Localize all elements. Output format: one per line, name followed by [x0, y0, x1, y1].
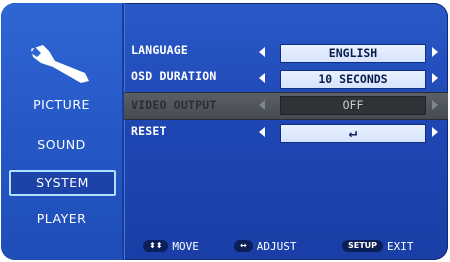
move-label: MOVE	[172, 239, 199, 253]
reset-right-arrow[interactable]	[432, 127, 438, 137]
setting-label-language: LANGUAGE	[131, 43, 188, 57]
reset-left-arrow[interactable]	[259, 127, 265, 137]
adjust-key-icon: ↔	[234, 240, 253, 252]
sidebar-item-sound[interactable]: SOUND	[1, 137, 122, 152]
osd-duration-left-arrow[interactable]	[259, 73, 265, 83]
sidebar-item-system[interactable]: SYSTEM	[9, 170, 116, 196]
wrench-icon	[31, 45, 89, 83]
osd-menu: PICTURE SOUND SYSTEM PLAYER LANGUAGE ENG…	[1, 3, 448, 260]
language-left-arrow[interactable]	[259, 47, 265, 57]
footer-adjust: ↔ ADJUST	[234, 239, 296, 253]
enter-icon: ↵	[348, 125, 358, 141]
footer-move: ⬍⬍ MOVE	[143, 239, 199, 253]
osd-duration-value[interactable]: 10 SECONDS	[280, 70, 426, 89]
exit-label: EXIT	[387, 239, 414, 253]
setting-label-reset: RESET	[131, 124, 167, 138]
setup-key-icon: SETUP	[342, 240, 384, 252]
adjust-label: ADJUST	[256, 239, 297, 253]
setting-label-video-output: VIDEO OUTPUT	[131, 98, 217, 112]
language-right-arrow[interactable]	[432, 47, 438, 57]
setting-label-osd-duration: OSD DURATION	[131, 69, 217, 83]
language-value[interactable]: ENGLISH	[280, 44, 426, 63]
osd-duration-right-arrow[interactable]	[432, 73, 438, 83]
move-key-icon: ⬍⬍	[143, 240, 169, 252]
sidebar-item-picture[interactable]: PICTURE	[1, 97, 122, 112]
footer-exit: SETUP EXIT	[342, 239, 414, 253]
reset-value[interactable]: ↵	[280, 124, 426, 143]
video-output-left-arrow	[259, 100, 265, 110]
video-output-value: OFF	[280, 96, 426, 115]
sidebar-divider	[122, 3, 124, 260]
sidebar-item-player[interactable]: PLAYER	[1, 211, 122, 226]
video-output-right-arrow	[432, 100, 438, 110]
